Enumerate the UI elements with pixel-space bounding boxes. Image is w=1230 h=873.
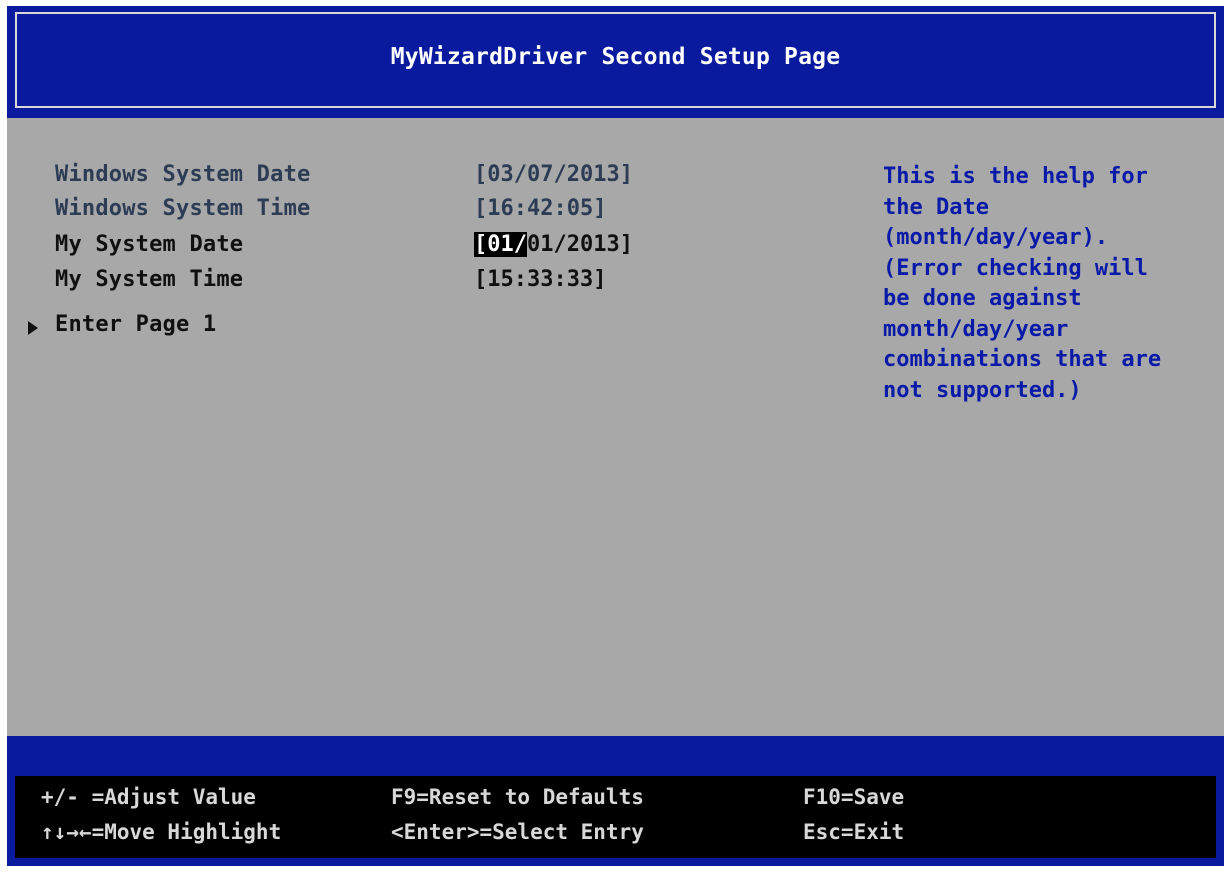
menu-label-my-system-date[interactable]: My System Date [55, 232, 243, 257]
help-line: This is the help for [883, 164, 1148, 189]
help-panel: This is the help for the Date (month/day… [883, 162, 1213, 406]
page-title: MyWizardDriver Second Setup Page [390, 44, 841, 70]
date-month-segment-selected[interactable]: [01/ [474, 232, 527, 257]
key-hint-move: ↑↓→←=Move Highlight [41, 820, 282, 844]
help-line: not supported.) [883, 377, 1082, 403]
windows-system-date-value: [03/07/2013] [474, 162, 633, 187]
menu-item-enter-page-1[interactable]: Enter Page 1 [55, 312, 216, 337]
menu-label-my-system-time[interactable]: My System Time [55, 267, 243, 292]
key-hint-reset: F9=Reset to Defaults [391, 785, 644, 809]
menu-label-windows-system-date: Windows System Date [55, 162, 311, 187]
my-system-time-field[interactable]: [15:33:33] [474, 267, 606, 292]
header-bar: MyWizardDriver Second Setup Page [7, 6, 1224, 118]
help-line: (Error checking will [883, 255, 1148, 281]
key-hint-select: <Enter>=Select Entry [391, 820, 644, 844]
help-line: be done against [883, 286, 1082, 311]
help-line: month/day/year [883, 316, 1069, 342]
help-line: (month/day/year). [883, 225, 1109, 250]
key-hint-exit: Esc=Exit [803, 820, 905, 844]
help-line: the Date [883, 194, 989, 220]
submenu-arrow-icon [28, 321, 38, 335]
menu-label-windows-system-time: Windows System Time [55, 196, 311, 221]
key-hint-save: F10=Save [803, 785, 905, 809]
bios-setup-screen: MyWizardDriver Second Setup Page Windows… [7, 6, 1224, 866]
date-rest-segment[interactable]: 01/2013] [527, 232, 633, 257]
footer-bar: +/- =Adjust Value ↑↓→←=Move Highlight F9… [7, 736, 1224, 866]
my-system-date-field[interactable]: [01/01/2013] [474, 232, 633, 257]
key-hint-adjust: +/- =Adjust Value [41, 785, 256, 809]
windows-system-time-value: [16:42:05] [474, 196, 607, 221]
key-legend: +/- =Adjust Value ↑↓→←=Move Highlight F9… [15, 776, 1216, 858]
help-line: combinations that are [883, 347, 1162, 372]
